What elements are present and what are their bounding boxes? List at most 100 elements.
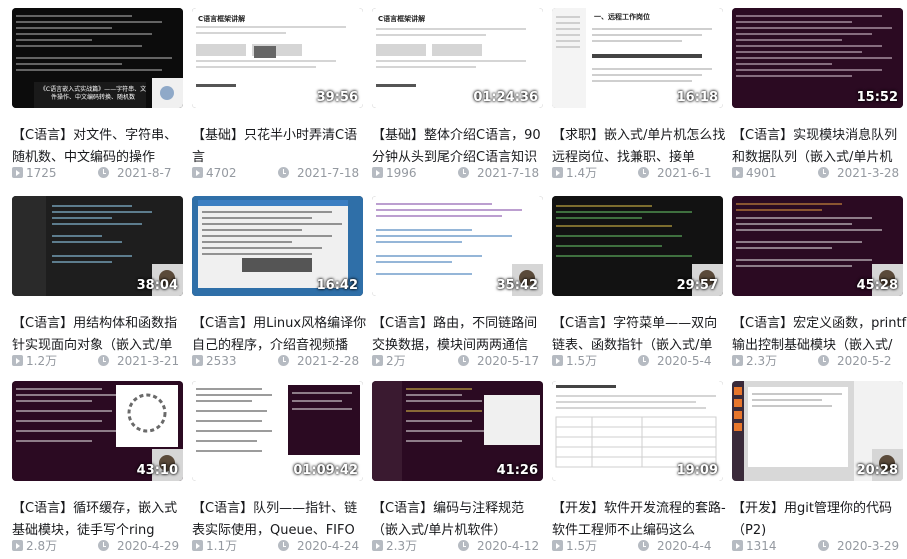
- video-duration: 39:56: [316, 90, 358, 105]
- video-card[interactable]: 16:42 【C语言】用Linux风格编译你自己的程序，介绍音视频播 2533 2…: [192, 196, 366, 374]
- video-duration: 38:04: [136, 278, 178, 293]
- publish-date: 2021-2-28: [297, 354, 360, 368]
- video-thumbnail[interactable]: 19:09: [552, 381, 723, 481]
- video-title[interactable]: 【开发】用git管理你的代码（P2): [732, 498, 907, 542]
- publish-date: 2020-5-17: [477, 354, 540, 368]
- video-thumbnail[interactable]: 35:42: [372, 196, 543, 296]
- video-card[interactable]: C语言框架讲解 01:24:36 【基础】整体介绍C语言，90分钟从头到尾介绍C…: [372, 8, 543, 186]
- video-title[interactable]: 【基础】只花半小时弄清C语言: [192, 125, 367, 169]
- video-thumbnail[interactable]: 《C语言嵌入式实战篇》——字符串、文件操作、中文编码转换、随机数: [12, 8, 183, 108]
- publish-date: 2020-4-29: [117, 539, 180, 553]
- video-title[interactable]: 【C语言】字符菜单——双向链表、函数指针（嵌入式/单: [552, 313, 727, 357]
- video-duration: 29:57: [676, 278, 718, 293]
- play-count-icon: [732, 355, 743, 366]
- video-title[interactable]: 【C语言】实现模块消息队列和数据队列（嵌入式/单片机: [732, 125, 907, 169]
- video-meta: 1.2万 2021-3-21: [12, 353, 187, 369]
- video-title[interactable]: 【C语言】用Linux风格编译你自己的程序，介绍音视频播: [192, 313, 367, 357]
- thumbnail-overlay-text: 一、远程工作岗位: [594, 13, 650, 21]
- view-count: 1.5万: [566, 539, 598, 553]
- video-thumbnail[interactable]: 16:42: [192, 196, 363, 296]
- video-thumbnail[interactable]: 38:04: [12, 196, 183, 296]
- clock-icon: [278, 167, 289, 178]
- video-title[interactable]: 【求职】嵌入式/单片机怎么找远程岗位、找兼职、接单: [552, 125, 727, 169]
- video-thumbnail[interactable]: 43:10: [12, 381, 183, 481]
- video-title[interactable]: 【C语言】对文件、字符串、随机数、中文编码的操作: [12, 125, 187, 169]
- video-card[interactable]: 29:57 【C语言】字符菜单——双向链表、函数指针（嵌入式/单 1.5万 202…: [552, 196, 723, 374]
- view-count: 2.3万: [746, 354, 778, 368]
- publish-date: 2021-7-18: [297, 166, 360, 180]
- play-count-icon: [552, 540, 563, 551]
- publish-date: 2020-5-2: [837, 354, 892, 368]
- view-count: 1.4万: [566, 166, 598, 180]
- video-card[interactable]: 一、远程工作岗位 16:18 【求职】嵌入式/单片机怎么找远程岗位、找兼职、接单…: [552, 8, 725, 186]
- view-count: 4901: [746, 166, 777, 180]
- publish-date: 2020-5-4: [657, 354, 712, 368]
- view-count: 1725: [26, 166, 57, 180]
- clock-icon: [818, 167, 829, 178]
- video-duration: 19:09: [676, 463, 718, 478]
- video-duration: 43:10: [136, 463, 178, 478]
- clock-icon: [278, 540, 289, 551]
- clock-icon: [818, 540, 829, 551]
- video-thumbnail[interactable]: C语言框架讲解 39:56: [192, 8, 363, 108]
- publish-date: 2020-4-24: [297, 539, 360, 553]
- publish-date: 2020-3-29: [837, 539, 900, 553]
- video-thumbnail[interactable]: 45:28: [732, 196, 903, 296]
- play-count-icon: [732, 540, 743, 551]
- video-thumbnail[interactable]: 20:28: [732, 381, 903, 481]
- video-meta: 2.8万 2020-4-29: [12, 538, 187, 554]
- video-meta: 2533 2021-2-28: [192, 353, 367, 369]
- publish-date: 2020-4-12: [477, 539, 540, 553]
- video-card[interactable]: 15:52 【C语言】实现模块消息队列和数据队列（嵌入式/单片机 4901 202…: [732, 8, 903, 186]
- video-meta: 1.5万 2020-5-4: [552, 353, 727, 369]
- video-thumbnail[interactable]: 01:09:42: [192, 381, 363, 481]
- clock-icon: [458, 355, 469, 366]
- play-count-icon: [552, 355, 563, 366]
- video-meta: 1.1万 2020-4-24: [192, 538, 367, 554]
- play-count-icon: [372, 167, 383, 178]
- clock-icon: [278, 355, 289, 366]
- view-count: 2.3万: [386, 539, 418, 553]
- play-count-icon: [372, 355, 383, 366]
- video-thumbnail[interactable]: 15:52: [732, 8, 903, 108]
- video-title[interactable]: 【C语言】队列——指针、链表实际使用，Queue、FIFO: [192, 498, 367, 542]
- view-count: 1.5万: [566, 354, 598, 368]
- video-thumbnail[interactable]: C语言框架讲解 01:24:36: [372, 8, 543, 108]
- video-duration: 01:24:36: [473, 90, 538, 105]
- video-duration: 35:42: [496, 278, 538, 293]
- publish-date: 2021-7-18: [477, 166, 540, 180]
- video-title[interactable]: 【C语言】路由，不同链路间交换数据，模块间两两通信: [372, 313, 547, 357]
- video-duration: 41:26: [496, 463, 538, 478]
- video-card[interactable]: 01:09:42 【C语言】队列——指针、链表实际使用，Queue、FIFO 1…: [192, 381, 363, 559]
- video-title[interactable]: 【基础】整体介绍C语言，90分钟从头到尾介绍C语言知识: [372, 125, 547, 169]
- video-title[interactable]: 【C语言】用结构体和函数指针实现面向对象（嵌入式/单: [12, 313, 187, 357]
- publish-date: 2021-8-7: [117, 166, 172, 180]
- video-title[interactable]: 【C语言】循环缓存，嵌入式基础模块，徒手写个ring: [12, 498, 187, 542]
- video-card[interactable]: 43:10 【C语言】循环缓存，嵌入式基础模块，徒手写个ring 2.8万 202…: [12, 381, 183, 559]
- video-card[interactable]: 20:28 【开发】用git管理你的代码（P2) 1314 2020-3-29: [732, 381, 903, 559]
- clock-icon: [638, 167, 649, 178]
- video-card[interactable]: 19:09 【开发】软件开发流程的套路-软件工程师不止编码这么 1.5万 2020…: [552, 381, 726, 559]
- clock-icon: [458, 167, 469, 178]
- thumbnail-overlay-text: C语言框架讲解: [378, 15, 426, 23]
- video-thumbnail[interactable]: 29:57: [552, 196, 723, 296]
- video-title[interactable]: 【C语言】编码与注释规范（嵌入式/单片机软件）: [372, 498, 547, 542]
- publish-date: 2021-3-21: [117, 354, 180, 368]
- video-card[interactable]: 41:26 【C语言】编码与注释规范（嵌入式/单片机软件） 2.3万 2020-4…: [372, 381, 543, 559]
- video-card[interactable]: 35:42 【C语言】路由，不同链路间交换数据，模块间两两通信 2万 2020-5…: [372, 196, 543, 374]
- play-count-icon: [192, 167, 203, 178]
- video-title[interactable]: 【开发】软件开发流程的套路-软件工程师不止编码这么: [552, 498, 727, 542]
- video-title[interactable]: 【C语言】宏定义函数，printf输出控制基础模块（嵌入式/: [732, 313, 907, 357]
- video-card[interactable]: 《C语言嵌入式实战篇》——字符串、文件操作、中文编码转换、随机数 【C语言】对文…: [12, 8, 183, 186]
- video-meta: 1725 2021-8-7: [12, 165, 187, 181]
- video-duration: 45:28: [856, 278, 898, 293]
- video-thumbnail[interactable]: 一、远程工作岗位 16:18: [552, 8, 723, 108]
- publish-date: 2020-4-4: [657, 539, 712, 553]
- video-thumbnail[interactable]: 41:26: [372, 381, 543, 481]
- view-count: 2533: [206, 354, 237, 368]
- video-meta: 4702 2021-7-18: [192, 165, 367, 181]
- video-card[interactable]: 38:04 【C语言】用结构体和函数指针实现面向对象（嵌入式/单 1.2万 202…: [12, 196, 183, 374]
- thumbnail-overlay-text: C语言框架讲解: [198, 15, 246, 23]
- video-card[interactable]: C语言框架讲解 39:56 【基础】只花半小时弄清C语言 4702 2021-7-…: [192, 8, 363, 186]
- video-card[interactable]: 45:28 【C语言】宏定义函数，printf输出控制基础模块（嵌入式/ 2.3…: [732, 196, 906, 374]
